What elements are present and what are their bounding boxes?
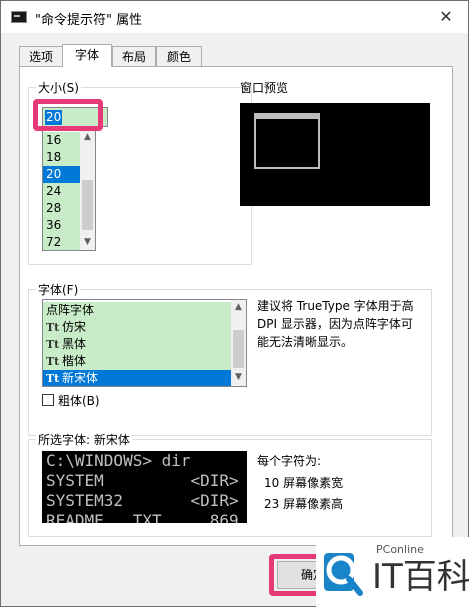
size-list-scrollbar[interactable]: ▲ ▼ [80, 130, 95, 250]
font-item-raster[interactable]: 点阵字体 [43, 302, 231, 319]
truetype-icon: Tt [46, 338, 60, 351]
font-list-scrollbar[interactable]: ▲ ▼ [231, 300, 246, 386]
font-tab-panel: 大小(S) 20 16 18 20 24 28 36 72 ▲ ▼ 窗口预览 字… [19, 66, 453, 546]
font-hint-line-1: 建议将 TrueType 字体用于高 [257, 299, 414, 313]
scroll-down-icon[interactable]: ▼ [231, 370, 246, 385]
console-line-3: SYSTEM32 <DIR> [46, 491, 239, 510]
truetype-icon: Tt [46, 321, 60, 334]
font-item-nsimsun[interactable]: Tt 新宋体 [43, 370, 231, 386]
preview-label: 窗口预览 [240, 81, 289, 95]
search-logo-icon [324, 553, 363, 596]
char-width-text: 10 屏幕像素宽 [264, 476, 344, 490]
size-group-label: 大小(S) [36, 79, 81, 96]
font-hint-line-2: DPI 显示器，因为点阵字体可 [257, 317, 413, 331]
size-item-16[interactable]: 16 [43, 132, 81, 149]
font-group-label: 字体(F) [36, 281, 81, 298]
scroll-up-icon[interactable]: ▲ [231, 300, 246, 315]
watermark-logo-text: IT百科 [372, 557, 469, 597]
font-item-label: 点阵字体 [46, 303, 95, 317]
size-item-24[interactable]: 24 [43, 183, 81, 200]
char-height-text: 23 屏幕像素高 [264, 497, 344, 511]
char-size-label: 每个字符为: [257, 454, 322, 468]
selected-font-label: 所选字体: 新宋体 [36, 431, 132, 448]
font-item-label: 仿宋 [62, 320, 87, 334]
size-list[interactable]: 16 18 20 24 28 36 72 ▲ ▼ [42, 129, 96, 251]
properties-window: "命令提示符" 属性 ✕ 选项 字体 布局 颜色 大小(S) 20 16 18 … [0, 0, 469, 607]
font-item-heiti[interactable]: Tt 黑体 [43, 336, 231, 353]
cmd-app-icon [11, 11, 27, 23]
truetype-icon: Tt [46, 372, 60, 385]
pconline-watermark: PConline IT百科 [316, 537, 469, 607]
font-item-label: 新宋体 [62, 371, 99, 385]
close-button[interactable]: ✕ [428, 3, 464, 31]
title-bar[interactable]: "命令提示符" 属性 ✕ [1, 1, 468, 33]
size-item-36[interactable]: 36 [43, 217, 81, 234]
font-item-fangsong[interactable]: Tt 仿宋 [43, 319, 231, 336]
tab-font[interactable]: 字体 [62, 44, 112, 67]
size-input-highlight [33, 99, 103, 131]
font-item-kaiti[interactable]: Tt 楷体 [43, 353, 231, 370]
window-preview [240, 103, 430, 206]
tab-colors[interactable]: 颜色 [156, 46, 202, 66]
watermark-brand: PConline [376, 543, 424, 556]
font-hint-line-3: 能无法清晰显示。 [257, 335, 354, 349]
scroll-up-icon[interactable]: ▲ [80, 130, 95, 145]
tab-layout[interactable]: 布局 [112, 46, 156, 66]
console-line-4: README TXT 869 [46, 511, 239, 523]
size-scroll-thumb[interactable] [82, 180, 93, 230]
size-item-20[interactable]: 20 [43, 166, 81, 183]
bold-checkbox[interactable] [42, 394, 54, 406]
font-sample-console: C:\WINDOWS> dir SYSTEM <DIR> SYSTEM32 <D… [42, 451, 247, 523]
window-title: "命令提示符" 属性 [35, 13, 143, 28]
size-item-18[interactable]: 18 [43, 149, 81, 166]
font-scroll-thumb[interactable] [233, 330, 244, 368]
console-line-1: C:\WINDOWS> dir [46, 451, 191, 470]
tab-options[interactable]: 选项 [19, 46, 63, 66]
scroll-down-icon[interactable]: ▼ [80, 235, 95, 250]
size-item-72[interactable]: 72 [43, 234, 81, 250]
console-line-2: SYSTEM <DIR> [46, 471, 239, 490]
truetype-icon: Tt [46, 355, 60, 368]
size-item-28[interactable]: 28 [43, 200, 81, 217]
preview-mini-window [254, 113, 320, 169]
font-item-label: 黑体 [62, 337, 87, 351]
font-item-label: 楷体 [62, 354, 87, 368]
bold-checkbox-label[interactable]: 粗体(B) [58, 392, 100, 409]
font-list[interactable]: 点阵字体 Tt 仿宋 Tt 黑体 Tt 楷体 Tt 新宋体 ▲ ▼ [42, 299, 247, 387]
